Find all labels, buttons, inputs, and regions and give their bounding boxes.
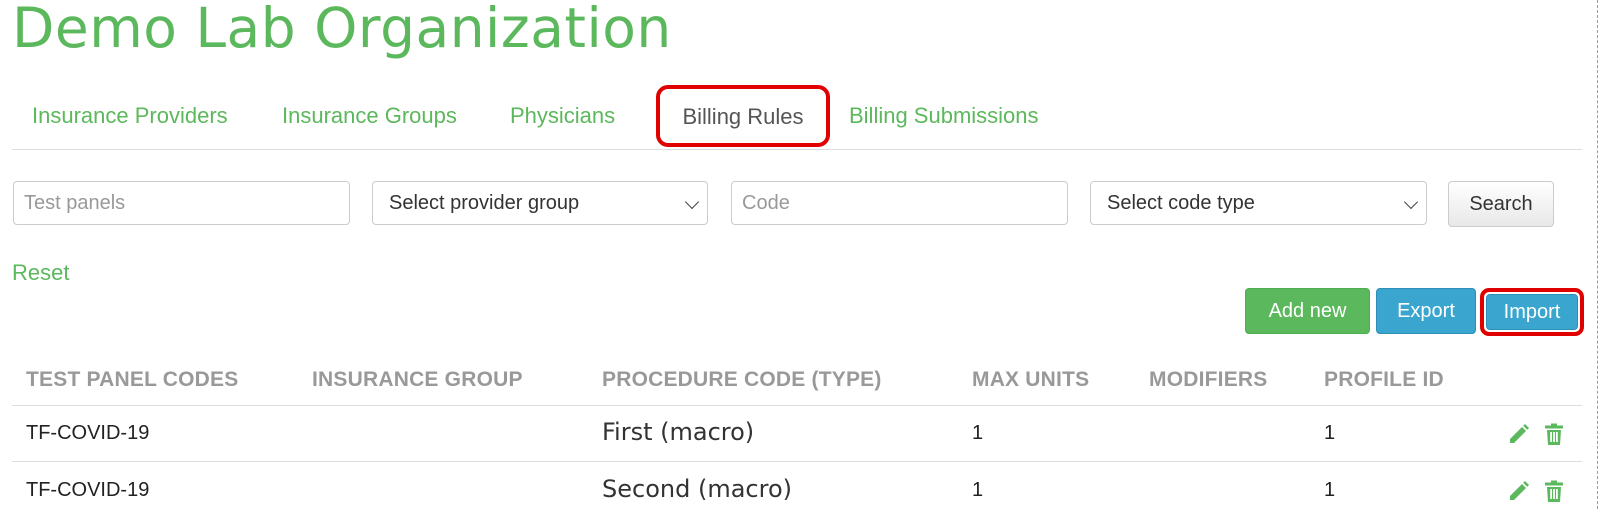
column-header-test-panel-codes: TEST PANEL CODES	[26, 368, 239, 391]
provider-group-selected-value: Select provider group	[389, 192, 580, 214]
test-panels-placeholder: Test panels	[24, 192, 126, 214]
tab-insurance-providers[interactable]: Insurance Providers	[32, 85, 228, 147]
cell-procedure-code: First (macro)	[602, 418, 755, 446]
tab-billing-rules[interactable]: Billing Rules	[656, 85, 830, 147]
table-row: TF-COVID-19 Second (macro) 1 1	[12, 462, 1582, 518]
tab-insurance-groups[interactable]: Insurance Groups	[282, 85, 457, 147]
column-header-insurance-group: INSURANCE GROUP	[312, 368, 523, 391]
code-type-select[interactable]: Select code type	[1090, 181, 1427, 225]
page-edge-divider	[1597, 0, 1598, 509]
add-new-button[interactable]: Add new	[1245, 288, 1370, 334]
table-row: TF-COVID-19 First (macro) 1 1	[12, 405, 1582, 462]
code-input[interactable]: Code	[731, 181, 1068, 225]
cell-profile-id: 1	[1324, 422, 1336, 444]
cell-procedure-code: Second (macro)	[602, 475, 792, 503]
export-button[interactable]: Export	[1376, 288, 1476, 334]
tab-billing-submissions[interactable]: Billing Submissions	[849, 85, 1039, 147]
tab-physicians[interactable]: Physicians	[510, 85, 615, 147]
tab-bar: Insurance Providers Insurance Groups Phy…	[12, 85, 1582, 150]
code-type-selected-value: Select code type	[1107, 192, 1255, 214]
trash-icon[interactable]	[1542, 479, 1566, 503]
column-header-profile-id: PROFILE ID	[1324, 368, 1444, 391]
cell-test-panel-codes: TF-COVID-19	[26, 479, 150, 501]
page-title: Demo Lab Organization	[12, 0, 672, 60]
cell-profile-id: 1	[1324, 479, 1336, 501]
column-header-modifiers: MODIFIERS	[1149, 368, 1268, 391]
pencil-icon[interactable]	[1507, 422, 1531, 446]
table-header: TEST PANEL CODES INSURANCE GROUP PROCEDU…	[12, 355, 1582, 406]
search-button[interactable]: Search	[1448, 181, 1554, 227]
import-highlight: Import	[1480, 288, 1584, 336]
column-header-procedure-code: PROCEDURE CODE (TYPE)	[602, 368, 882, 391]
column-header-max-units: MAX UNITS	[972, 368, 1090, 391]
reset-link[interactable]: Reset	[12, 260, 69, 286]
pencil-icon[interactable]	[1507, 479, 1531, 503]
cell-max-units: 1	[972, 422, 984, 444]
cell-test-panel-codes: TF-COVID-19	[26, 422, 150, 444]
trash-icon[interactable]	[1542, 422, 1566, 446]
code-placeholder: Code	[742, 192, 790, 214]
provider-group-select[interactable]: Select provider group	[372, 181, 708, 225]
chevron-down-icon	[1403, 194, 1419, 210]
cell-max-units: 1	[972, 479, 984, 501]
chevron-down-icon	[684, 194, 700, 210]
import-button[interactable]: Import	[1486, 294, 1578, 330]
test-panels-input[interactable]: Test panels	[13, 181, 350, 225]
